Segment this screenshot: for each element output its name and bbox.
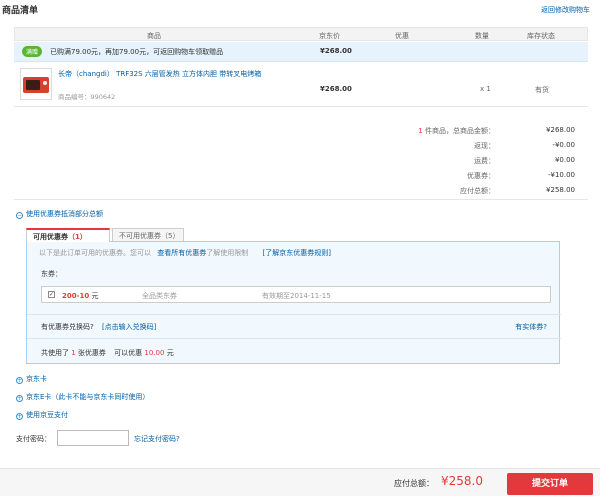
collapse-icon: −	[16, 212, 23, 219]
coupon-checkbox[interactable]: ✓	[48, 291, 55, 298]
divider	[27, 314, 561, 315]
summary-row-shipping: 运费： ¥0.00	[474, 156, 575, 165]
jd-card-toggle[interactable]: + 京东卡	[16, 374, 47, 384]
column-header-qty: 数量	[475, 32, 489, 40]
coupon-scope: 全品类东券	[142, 292, 177, 300]
jd-ecard-toggle[interactable]: + 京东E卡（此卡不能与京东卡同时使用）	[16, 392, 149, 402]
promo-tag: 满赠	[22, 46, 43, 57]
page-title: 商品清单	[2, 6, 39, 16]
pay-password-input[interactable]	[57, 430, 129, 446]
physical-coupon-link[interactable]: 有实体券?	[515, 322, 547, 332]
column-header-price: 京东价	[319, 32, 340, 40]
column-header-discount: 优惠	[395, 32, 409, 40]
back-to-cart-link[interactable]: 返回修改购物车	[541, 5, 590, 15]
coupon-usage-summary: 共使用了 1 张优惠券 可以优惠 10.00 元	[41, 349, 174, 357]
coupon-item[interactable]: ✓ 200-10 元 全品类东券 有效期至2014-11-15	[41, 286, 551, 303]
divider	[14, 199, 588, 200]
coupon-type-label: 东券：	[41, 270, 62, 278]
pay-password-label: 支付密码：	[16, 435, 51, 443]
summary-row-cashback: 返现： -¥0.00	[474, 141, 575, 150]
coupon-expiry: 有效期至2014-11-15	[262, 292, 331, 300]
promo-text: 已购满79.00元，再加79.00元，可返回购物车领取赠品	[50, 48, 224, 56]
column-header-stock: 库存状态	[527, 32, 555, 40]
summary-row-coupon: 优惠券： -¥10.00	[467, 171, 575, 180]
product-stock-status: 有货	[535, 86, 549, 94]
summary-row-items: 1 件商品，总商品金额： ¥268.00	[418, 126, 575, 135]
column-header-product: 商品	[147, 32, 161, 40]
jd-beans-toggle[interactable]: + 使用京豆支付	[16, 410, 68, 420]
coupon-section-toggle[interactable]: − 使用优惠券抵消部分总额	[16, 209, 103, 219]
product-id: 商品编号：990642	[58, 93, 116, 101]
divider	[27, 338, 561, 339]
coupon-note: 以下是此订单可用的优惠券。您可以 查看所有优惠券了解使用限制 [了解京东优惠券规…	[39, 249, 331, 257]
summary-row-total: 应付总额： ¥258.00	[460, 186, 575, 195]
table-header: 商品 京东价 优惠 数量 库存状态	[14, 27, 588, 41]
expand-icon: +	[16, 395, 23, 402]
tab-unusable-coupons[interactable]: 不可用优惠券（5）	[112, 228, 184, 242]
product-image[interactable]	[20, 68, 52, 100]
table-row: 长帝（changdi） TRF32S 六层管发热 立方体内胆 带转叉电烤箱 商品…	[14, 63, 588, 107]
promo-row: 满赠 已购满79.00元，再加79.00元，可返回购物车领取赠品 ¥268.00	[14, 42, 588, 62]
product-price: ¥268.00	[320, 85, 352, 93]
coupon-rules-link[interactable]: [了解京东优惠券规则]	[262, 249, 330, 257]
total-label: 应付总额：	[394, 479, 434, 488]
order-summary: 1 件商品，总商品金额： ¥268.00 返现： -¥0.00 运费： ¥0.0…	[400, 124, 575, 199]
product-quantity: x 1	[480, 85, 491, 93]
oven-icon	[23, 77, 49, 93]
coupon-panel: 以下是此订单可用的优惠券。您可以 查看所有优惠券了解使用限制 [了解京东优惠券规…	[26, 241, 561, 364]
product-name-link[interactable]: 长帝（changdi） TRF32S 六层管发热 立方体内胆 带转叉电烤箱	[58, 69, 261, 79]
tab-usable-coupons[interactable]: 可用优惠券（1）	[26, 228, 110, 242]
promo-price: ¥268.00	[320, 47, 352, 55]
expand-icon: +	[16, 377, 23, 384]
code-label: 有优惠券兑换码?	[41, 323, 94, 331]
redeem-code-link[interactable]: [点击输入兑换码]	[102, 323, 156, 331]
view-all-coupons-link[interactable]: 查看所有优惠券	[157, 249, 206, 257]
submit-order-button[interactable]: 提交订单	[507, 473, 593, 495]
order-footer: 应付总额： ¥258.0 提交订单	[0, 468, 600, 496]
expand-icon: +	[16, 413, 23, 420]
forgot-password-link[interactable]: 忘记支付密码?	[134, 434, 180, 444]
total-value: ¥258.0	[441, 474, 483, 488]
